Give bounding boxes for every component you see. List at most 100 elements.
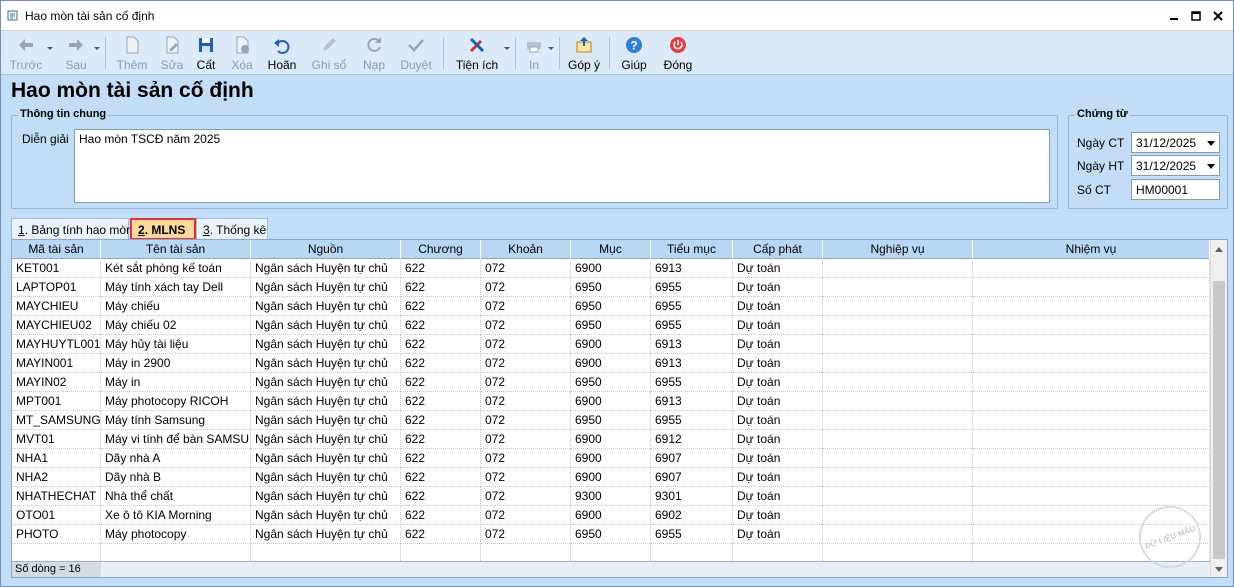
header-col-subcategory[interactable]: Tiểu mục (651, 240, 733, 259)
cell-col-item[interactable]: 072 (481, 525, 571, 544)
cell-col-asset-code[interactable]: LAPTOP01 (12, 278, 101, 297)
help-button[interactable]: ? Giúp (619, 33, 649, 73)
cell-col-allocation[interactable]: Dự toán (733, 525, 823, 544)
table-row[interactable]: NHATHECHAT Nhà thể chất Ngân sách Huyện tự… (12, 487, 1210, 506)
cell-col-chapter[interactable]: 622 (401, 449, 481, 468)
cell-col-asset-code[interactable]: MPT001 (12, 392, 101, 411)
cell-col-allocation[interactable]: Dự toán (733, 335, 823, 354)
cell-col-asset-name[interactable]: Dãy nhà B (101, 468, 251, 487)
cell-col-asset-code[interactable]: MVT01 (12, 430, 101, 449)
cell-col-category[interactable]: 6900 (571, 506, 651, 525)
cell-col-category[interactable]: 6900 (571, 449, 651, 468)
cell-col-item[interactable]: 072 (481, 392, 571, 411)
cell-col-source[interactable]: Ngân sách Huyện tự chủ (251, 316, 401, 335)
cell-col-chapter[interactable]: 622 (401, 373, 481, 392)
cell-col-allocation[interactable]: Dự toán (733, 278, 823, 297)
cell-col-source[interactable]: Ngân sách Huyện tự chủ (251, 525, 401, 544)
cell-col-subcategory[interactable]: 6955 (651, 278, 733, 297)
scroll-up-button[interactable] (1211, 240, 1227, 257)
header-col-item[interactable]: Khoản (481, 240, 571, 259)
header-col-asset-name[interactable]: Tên tài sản (101, 240, 251, 259)
cell-col-task[interactable] (973, 335, 1210, 354)
cell-col-subcategory[interactable]: 6912 (651, 430, 733, 449)
cell-col-subcategory[interactable]: 6955 (651, 297, 733, 316)
cell-col-task[interactable] (973, 373, 1210, 392)
cell-col-business[interactable] (823, 354, 973, 373)
cell-col-chapter[interactable]: 622 (401, 411, 481, 430)
cell-col-task[interactable] (973, 316, 1210, 335)
tab-statistics[interactable]: 3. Thống kê (196, 218, 268, 240)
scroll-thumb[interactable] (1213, 281, 1225, 559)
cell-col-item[interactable]: 072 (481, 354, 571, 373)
cell-col-business[interactable] (823, 525, 973, 544)
cell-col-business[interactable] (823, 506, 973, 525)
header-col-allocation[interactable]: Cấp phát (733, 240, 823, 259)
cell-col-subcategory[interactable]: 6955 (651, 525, 733, 544)
tab-mlns[interactable]: 2. MLNS (130, 218, 196, 240)
cell-col-category[interactable]: 6900 (571, 354, 651, 373)
cell-col-subcategory[interactable]: 6913 (651, 259, 733, 278)
cell-col-allocation[interactable]: Dự toán (733, 373, 823, 392)
cell-col-source[interactable]: Ngân sách Huyện tự chủ (251, 468, 401, 487)
cell-col-task[interactable] (973, 392, 1210, 411)
cell-col-business[interactable] (823, 373, 973, 392)
cell-col-chapter[interactable]: 622 (401, 354, 481, 373)
cell-col-subcategory[interactable]: 6955 (651, 411, 733, 430)
cell-col-chapter[interactable]: 622 (401, 259, 481, 278)
cell-col-category[interactable]: 6950 (571, 525, 651, 544)
table-row[interactable]: MPT001 Máy photocopy RICOH Ngân sách Huyện… (12, 392, 1210, 411)
cell-col-allocation[interactable]: Dự toán (733, 487, 823, 506)
maximize-button[interactable] (1185, 7, 1207, 25)
voucher-number-field[interactable]: HM00001 (1131, 179, 1220, 200)
cell-col-source[interactable]: Ngân sách Huyện tự chủ (251, 259, 401, 278)
header-col-asset-code[interactable]: Mã tài sản (12, 240, 101, 259)
table-row[interactable]: KET001 Két sắt phòng kế toán Ngân sách Huy… (12, 259, 1210, 278)
cell-col-category[interactable]: 6900 (571, 392, 651, 411)
cell-col-source[interactable]: Ngân sách Huyện tự chủ (251, 297, 401, 316)
tab-depreciation-table[interactable]: 1. Bảng tính hao mòn (11, 218, 133, 240)
cell-col-category[interactable]: 6900 (571, 259, 651, 278)
table-row[interactable]: MAYHUYTL001 Máy hủy tài liệu Ngân sách Huy… (12, 335, 1210, 354)
cell-col-task[interactable] (973, 449, 1210, 468)
cell-col-item[interactable]: 072 (481, 259, 571, 278)
delete-button[interactable]: Xóa (227, 33, 257, 73)
cell-col-chapter[interactable]: 622 (401, 392, 481, 411)
table-row[interactable]: LAPTOP01 Máy tính xách tay Dell Ngân sách … (12, 278, 1210, 297)
cell-col-subcategory[interactable]: 9301 (651, 487, 733, 506)
cell-col-source[interactable]: Ngân sách Huyện tự chủ (251, 278, 401, 297)
cell-col-task[interactable] (973, 278, 1210, 297)
table-row[interactable]: MAYIN02 Máy in Ngân sách Huyện tự chủ 622 07… (12, 373, 1210, 392)
cell-col-business[interactable] (823, 487, 973, 506)
cell-col-asset-code[interactable]: PHOTO (12, 525, 101, 544)
cell-col-asset-name[interactable]: Máy chiếu 02 (101, 316, 251, 335)
cell-col-category[interactable]: 6900 (571, 430, 651, 449)
cell-col-asset-name[interactable]: Máy photocopy (101, 525, 251, 544)
cell-col-category[interactable]: 6950 (571, 316, 651, 335)
feedback-button[interactable]: Góp ý (567, 33, 601, 73)
cell-col-item[interactable]: 072 (481, 316, 571, 335)
cell-col-asset-name[interactable]: Dãy nhà A (101, 449, 251, 468)
cell-col-task[interactable] (973, 354, 1210, 373)
cell-col-asset-name[interactable]: Xe ô tô KIA Morning (101, 506, 251, 525)
date-ct-picker[interactable]: 31/12/2025 (1131, 132, 1220, 153)
cell-col-subcategory[interactable]: 6907 (651, 468, 733, 487)
cell-col-business[interactable] (823, 278, 973, 297)
cell-col-business[interactable] (823, 468, 973, 487)
cell-col-business[interactable] (823, 449, 973, 468)
cell-col-asset-code[interactable]: OTO01 (12, 506, 101, 525)
cell-col-chapter[interactable]: 622 (401, 487, 481, 506)
cell-col-category[interactable]: 6950 (571, 278, 651, 297)
table-row[interactable]: NHA1 Dãy nhà A Ngân sách Huyện tự chủ 622 07… (12, 449, 1210, 468)
print-button[interactable]: In (521, 33, 547, 73)
minimize-button[interactable] (1163, 7, 1185, 25)
cell-col-item[interactable]: 072 (481, 449, 571, 468)
cell-col-chapter[interactable]: 622 (401, 430, 481, 449)
cell-col-category[interactable]: 6900 (571, 335, 651, 354)
add-button[interactable]: Thêm (115, 33, 149, 73)
cell-col-item[interactable]: 072 (481, 335, 571, 354)
cell-col-chapter[interactable]: 622 (401, 525, 481, 544)
cell-col-source[interactable]: Ngân sách Huyện tự chủ (251, 335, 401, 354)
cell-col-business[interactable] (823, 297, 973, 316)
cell-col-chapter[interactable]: 622 (401, 278, 481, 297)
cell-col-subcategory[interactable]: 6955 (651, 373, 733, 392)
